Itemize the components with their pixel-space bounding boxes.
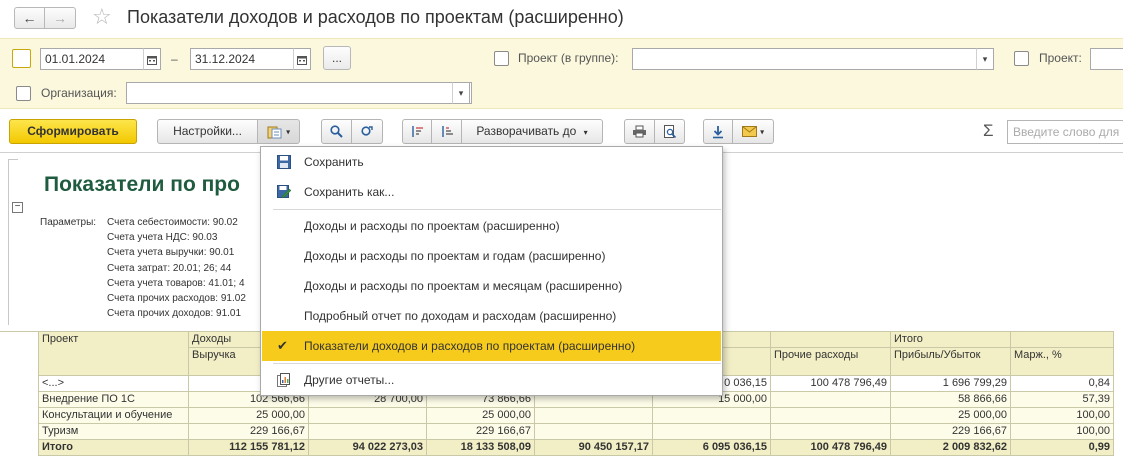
arrow-right-icon: → (53, 10, 67, 26)
organization-checkbox[interactable] (16, 86, 31, 101)
title-bar: ← → ☆ Показатели доходов и расходов по п… (0, 0, 1123, 36)
header-total: Итого (890, 331, 1011, 348)
search-next-icon (361, 126, 373, 136)
forward-button[interactable]: → (45, 7, 76, 29)
search-input[interactable]: Введите слово для поиска (1007, 120, 1123, 144)
menu-item-variant-projects[interactable]: Доходы и расходы по проектам (расширенно… (261, 211, 722, 241)
menu-separator (273, 209, 721, 210)
print-button[interactable] (624, 119, 655, 144)
header-profit: Прибыль/Убыток (890, 347, 1011, 376)
project-group-checkbox[interactable] (494, 51, 509, 66)
project-group-input[interactable] (632, 48, 994, 70)
report-title: Показатели по про (44, 173, 240, 196)
row-gutter (0, 331, 38, 467)
calendar-from-button[interactable] (143, 48, 161, 70)
page-title: Показатели доходов и расходов по проекта… (127, 7, 624, 27)
sum-icon[interactable]: Σ (983, 121, 994, 141)
param-line: Счета затрат: 20.01; 26; 44 (107, 262, 232, 274)
project-checkbox[interactable] (1014, 51, 1029, 66)
param-line: Счета учета выручки: 90.01 (107, 247, 235, 259)
export-button[interactable] (703, 119, 733, 144)
project-input[interactable] (1090, 48, 1123, 70)
param-line: Счета себестоимости: 90.02 (107, 217, 238, 228)
param-line: Счета прочих расходов: 91.02 (107, 292, 246, 304)
settings-button[interactable]: Настройки... (157, 119, 258, 144)
star-icon[interactable]: ☆ (92, 4, 112, 30)
sort-ascending-icon (412, 126, 423, 138)
arrow-left-icon: ← (22, 10, 37, 26)
menu-item-save-as[interactable]: Сохранить как... (261, 177, 722, 207)
print-preview-button[interactable] (654, 119, 685, 144)
reports-icon (277, 373, 290, 387)
menu-item-variant-detailed[interactable]: Подробный отчет по доходам и расходам (р… (261, 301, 722, 331)
organization-dropdown[interactable]: ▾ (452, 82, 470, 104)
variants-button[interactable]: ▾ (257, 119, 300, 144)
date-separator: – (171, 52, 178, 66)
print-preview-icon (663, 124, 676, 138)
calendar-to-button[interactable] (293, 48, 311, 70)
header-project: Проект (38, 331, 189, 376)
generate-button[interactable]: Сформировать (9, 119, 137, 144)
floppy-disk-icon (277, 155, 291, 169)
collapse-icon[interactable]: − (12, 202, 23, 213)
chevron-down-icon: ▾ (583, 128, 588, 137)
sort-descending-icon (441, 126, 453, 138)
calendar-icon (297, 55, 307, 65)
param-line: Счета учета НДС: 90.03 (107, 232, 218, 244)
table-row[interactable]: Туризм 229 166,67 229 166,67 229 166,67 … (38, 423, 1114, 440)
chevron-down-icon: ▾ (982, 54, 988, 64)
printer-icon (633, 125, 646, 138)
menu-item-variant-projects-years[interactable]: Доходы и расходы по проектам и годам (ра… (261, 241, 722, 271)
report-toolbar: Сформировать Настройки... ▾ Разворачиват… (0, 116, 1123, 150)
report-variants-icon (267, 126, 282, 139)
report-variants-menu: Сохранить Сохранить как... Доходы и расх… (260, 146, 723, 396)
menu-item-other-reports[interactable]: Другие отчеты... (261, 365, 722, 395)
expand-to-label: Разворачивать до (476, 124, 577, 138)
table-row[interactable]: Консультации и обучение 25 000,00 25 000… (38, 407, 1114, 424)
find-next-button[interactable] (351, 119, 383, 144)
group-outline (8, 159, 18, 325)
send-email-button[interactable]: ▾ (732, 119, 774, 144)
chevron-down-icon: ▾ (286, 127, 291, 137)
param-line: Счета учета товаров: 41.01; 4 (107, 277, 245, 289)
search-icon (330, 125, 343, 139)
period-checkbox[interactable] (12, 49, 31, 68)
date-from-input[interactable]: 01.01.2024 (40, 48, 144, 70)
back-button[interactable]: ← (14, 7, 45, 29)
menu-item-variant-projects-months[interactable]: Доходы и расходы по проектам и месяцам (… (261, 271, 722, 301)
chevron-down-icon: ▾ (458, 88, 464, 98)
organization-input[interactable] (126, 82, 472, 104)
project-label: Проект: (1039, 51, 1082, 65)
date-to-input[interactable]: 31.12.2024 (190, 48, 294, 70)
checkmark-icon: ✔ (277, 338, 288, 353)
chevron-down-icon: ▾ (760, 127, 765, 137)
calendar-icon (147, 55, 157, 65)
sort-asc-button[interactable] (402, 119, 432, 144)
save-as-icon (277, 185, 291, 199)
project-group-label: Проект (в группе): (518, 51, 619, 65)
find-button[interactable] (321, 119, 352, 144)
menu-separator (273, 363, 721, 364)
param-line: Счета прочих доходов: 91.01 (107, 308, 242, 320)
header-margin: Марж., % (1010, 347, 1114, 376)
menu-item-save[interactable]: Сохранить (261, 147, 722, 177)
period-select-button[interactable]: ... (323, 46, 351, 70)
expand-to-button[interactable]: Разворачивать до ▾ (461, 119, 603, 144)
header-other-expenses: Прочие расходы (770, 347, 891, 376)
organization-label: Организация: (41, 86, 117, 100)
envelope-icon (741, 126, 757, 138)
filter-panel: 01.01.2024 – 31.12.2024 ... Проект (в гр… (0, 38, 1123, 109)
table-total-row[interactable]: Итого 112 155 781,12 94 022 273,03 18 13… (38, 439, 1114, 456)
project-group-dropdown[interactable]: ▾ (976, 48, 994, 70)
download-icon (713, 125, 723, 139)
params-label: Параметры: (40, 217, 97, 228)
sort-desc-button[interactable] (431, 119, 462, 144)
menu-item-variant-indicators[interactable]: ✔ Показатели доходов и расходов по проек… (262, 331, 721, 361)
